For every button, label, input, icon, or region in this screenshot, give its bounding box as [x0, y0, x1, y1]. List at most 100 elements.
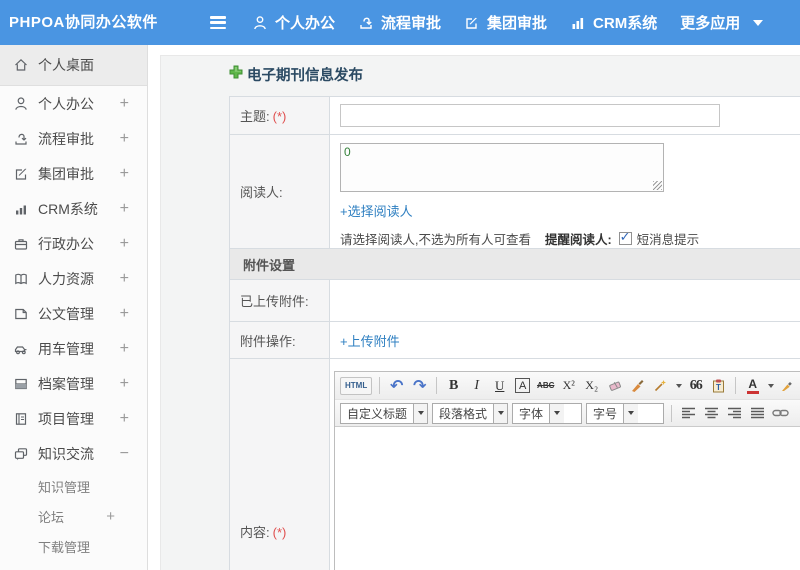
add-plus-icon [229, 65, 243, 84]
caret-down-icon[interactable] [493, 403, 507, 423]
sidebar-item-archive-mgmt[interactable]: 档案管理 + [0, 366, 147, 401]
subject-label-cell: 主题: (*) [229, 96, 330, 135]
nav-group-approval[interactable]: 集团审批 [462, 12, 549, 33]
sidebar-item-human-resources[interactable]: 人力资源 + [0, 261, 147, 296]
highlighter-icon[interactable] [778, 375, 797, 396]
expand-plus-icon[interactable]: + [120, 410, 129, 428]
font-color-button[interactable]: A [743, 375, 762, 396]
magic-wand-icon[interactable] [651, 375, 670, 396]
collapse-minus-icon[interactable]: − [120, 445, 129, 463]
nav-personal-office[interactable]: 个人办公 [250, 12, 337, 33]
strikethrough-button[interactable]: ABC [536, 375, 555, 396]
hamburger-menu-icon[interactable] [210, 16, 226, 29]
sidebar-item-knowledge-exchange[interactable]: 知识交流 − [0, 436, 147, 471]
caret-down-icon[interactable] [413, 403, 427, 423]
open-book-icon [12, 271, 29, 287]
editor-content-area[interactable] [335, 426, 800, 570]
sidebar-item-workflow-approval[interactable]: 流程审批 + [0, 121, 147, 156]
sidebar-item-admin-office[interactable]: 行政办公 + [0, 226, 147, 261]
expand-plus-icon[interactable]: + [120, 340, 129, 358]
car-icon [12, 341, 29, 357]
sms-checkbox[interactable]: ✓ [618, 229, 632, 245]
superscript-button[interactable]: X² [559, 375, 578, 396]
bold-button[interactable]: B [444, 375, 463, 396]
expand-plus-icon[interactable]: + [120, 235, 129, 253]
caret-down-icon[interactable] [623, 403, 639, 423]
font-style-box-button[interactable]: A [515, 378, 531, 393]
archive-box-icon [12, 376, 29, 392]
sidebar-item-group-approval[interactable]: 集团审批 + [0, 156, 147, 191]
sidebar-item-crm-system[interactable]: CRM系统 + [0, 191, 147, 226]
align-justify-icon[interactable] [748, 403, 767, 424]
sidebar-item-personal-desktop[interactable]: 个人桌面 [0, 45, 147, 86]
nav-crm-system[interactable]: CRM系统 [568, 12, 659, 33]
nav-more-apps[interactable]: 更多应用 [678, 12, 765, 33]
expand-plus-icon[interactable]: + [120, 95, 129, 113]
required-mark: (*) [272, 109, 287, 124]
blockquote-button[interactable]: 66 [686, 375, 705, 396]
anchor-icon[interactable] [794, 403, 800, 424]
sidebar-subitem-download-mgmt[interactable]: 下载管理 [0, 531, 147, 561]
caret-down-icon[interactable] [549, 403, 565, 423]
font-family-select[interactable]: 字体 [512, 402, 582, 424]
expand-plus-icon[interactable]: + [106, 508, 115, 525]
italic-button[interactable]: I [467, 375, 486, 396]
sidebar-item-document-mgmt[interactable]: 公文管理 + [0, 296, 147, 331]
subject-input[interactable] [340, 104, 720, 127]
required-mark: (*) [272, 524, 287, 540]
sidebar-subitem-public-file-cabinet[interactable]: 公共文件柜 [0, 561, 147, 570]
caret-down-icon[interactable] [676, 383, 683, 388]
sidebar-subitem-label: 公共文件柜 [38, 567, 103, 570]
sidebar-item-vehicle-mgmt[interactable]: 用车管理 + [0, 331, 147, 366]
resize-grip[interactable] [653, 181, 662, 190]
undo-icon[interactable]: ↶ [387, 375, 406, 396]
paste-text-icon[interactable]: T [709, 375, 728, 396]
readers-label-cell: 阅读人: [229, 134, 330, 249]
chevron-down-icon[interactable] [753, 19, 764, 26]
redo-icon[interactable]: ↷ [410, 375, 429, 396]
select-value: 段落格式 [439, 406, 488, 421]
html-source-button[interactable]: HTML [340, 376, 373, 395]
readers-hint-row: 请选择阅读人,不选为所有人可查看 提醒阅读人: ✓ 短消息提示 [340, 229, 800, 248]
sidebar-item-label: 用车管理 [38, 340, 94, 357]
readers-textarea[interactable]: 0 [340, 143, 664, 192]
sidebar-item-personal-office[interactable]: 个人办公 + [0, 86, 147, 121]
sidebar-subitem-forum[interactable]: 论坛 + [0, 501, 147, 531]
expand-plus-icon[interactable]: + [120, 375, 129, 393]
expand-plus-icon[interactable]: + [120, 130, 129, 148]
align-center-icon[interactable] [702, 403, 721, 424]
sidebar-item-label: 行政办公 [38, 235, 94, 252]
link-icon[interactable] [771, 403, 790, 424]
document-icon [12, 306, 29, 322]
expand-plus-icon[interactable]: + [120, 305, 129, 323]
custom-heading-select[interactable]: 自定义标题 [340, 402, 428, 424]
expand-plus-icon[interactable]: + [120, 165, 129, 183]
align-left-icon[interactable] [679, 403, 698, 424]
remind-readers-label: 提醒阅读人: [544, 233, 612, 247]
readers-value-cell: 0 +选择阅读人 请选择阅读人,不选为所有人可查看 提醒阅读人: ✓ 短消息提示 [329, 134, 800, 249]
format-brush-icon[interactable] [628, 375, 647, 396]
person-icon [252, 15, 268, 31]
upload-attachment-link[interactable]: +上传附件 [340, 334, 400, 349]
uploaded-attachments-label: 已上传附件: [240, 294, 309, 309]
paragraph-format-select[interactable]: 段落格式 [432, 402, 508, 424]
underline-button[interactable]: U [490, 375, 509, 396]
select-value: 自定义标题 [347, 406, 408, 421]
select-value: 字号 [593, 406, 618, 421]
sidebar-subitem-label: 知识管理 [38, 479, 91, 495]
sidebar-item-label: 档案管理 [38, 375, 94, 392]
expand-plus-icon[interactable]: + [120, 270, 129, 288]
nav-workflow-approval[interactable]: 流程审批 [356, 12, 443, 33]
sidebar-subitem-knowledge-mgmt[interactable]: 知识管理 [0, 471, 147, 501]
font-size-select[interactable]: 字号 [586, 402, 664, 424]
subscript-button[interactable]: X₂ [582, 375, 601, 396]
select-readers-link[interactable]: +选择阅读人 [340, 201, 413, 220]
expand-plus-icon[interactable]: + [120, 200, 129, 218]
align-right-icon[interactable] [725, 403, 744, 424]
main-area: 电子期刊信息发布 主题: (*) 阅读人: 0 +选择阅读人 请选择阅读人,不选… [148, 45, 800, 570]
sidebar-item-project-mgmt[interactable]: 项目管理 + [0, 401, 147, 436]
eraser-icon[interactable] [605, 375, 624, 396]
bar-chart-icon [12, 201, 29, 217]
uploaded-attachments-value [329, 279, 800, 322]
caret-down-icon[interactable] [768, 383, 775, 388]
